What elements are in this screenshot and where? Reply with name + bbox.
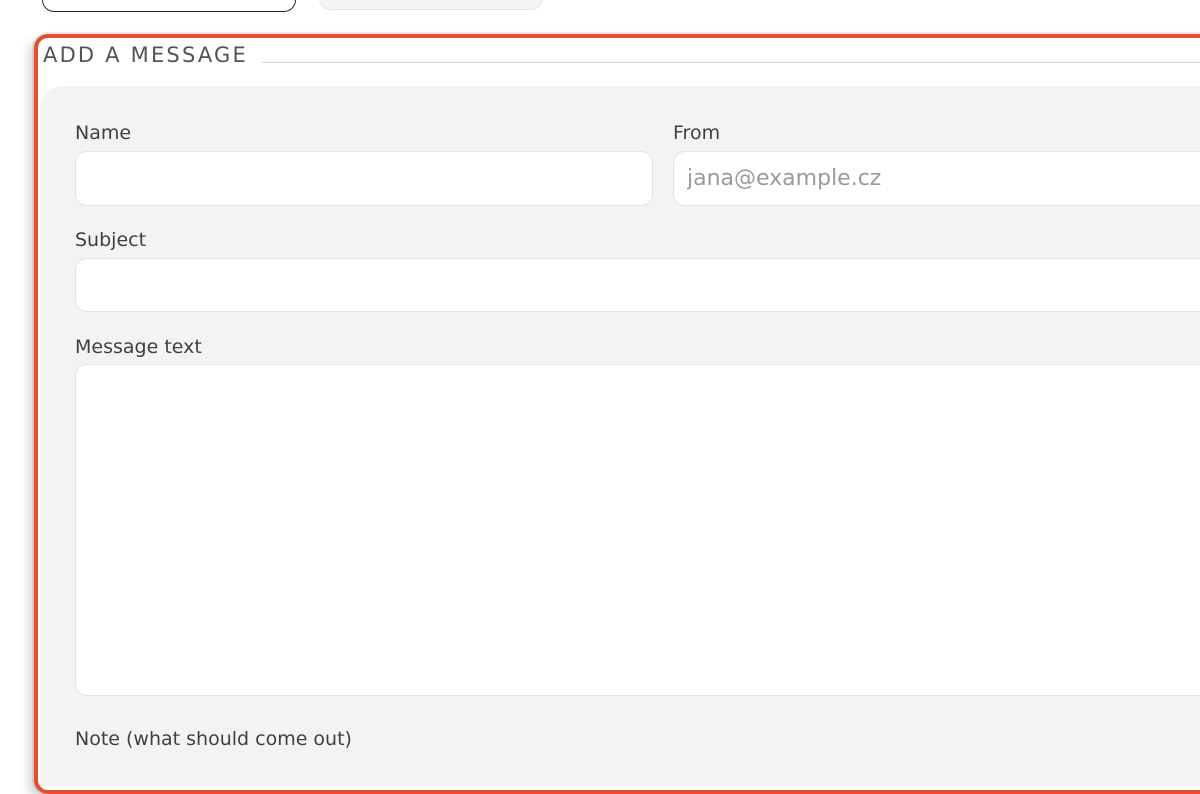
note-label: Note (what should come out): [75, 728, 352, 750]
fieldset-legend: ADD A MESSAGE: [43, 43, 248, 67]
from-input[interactable]: [673, 151, 1200, 206]
tab-inactive[interactable]: [319, 0, 543, 10]
subject-label: Subject: [75, 229, 147, 251]
tab-active[interactable]: [42, 0, 296, 12]
from-label: From: [673, 122, 721, 144]
message-text-label: Message text: [75, 336, 202, 358]
legend-divider: [262, 62, 1200, 63]
name-input[interactable]: [75, 151, 653, 206]
name-label: Name: [75, 122, 132, 144]
message-text-area[interactable]: [75, 364, 1200, 696]
subject-input[interactable]: [75, 258, 1200, 312]
